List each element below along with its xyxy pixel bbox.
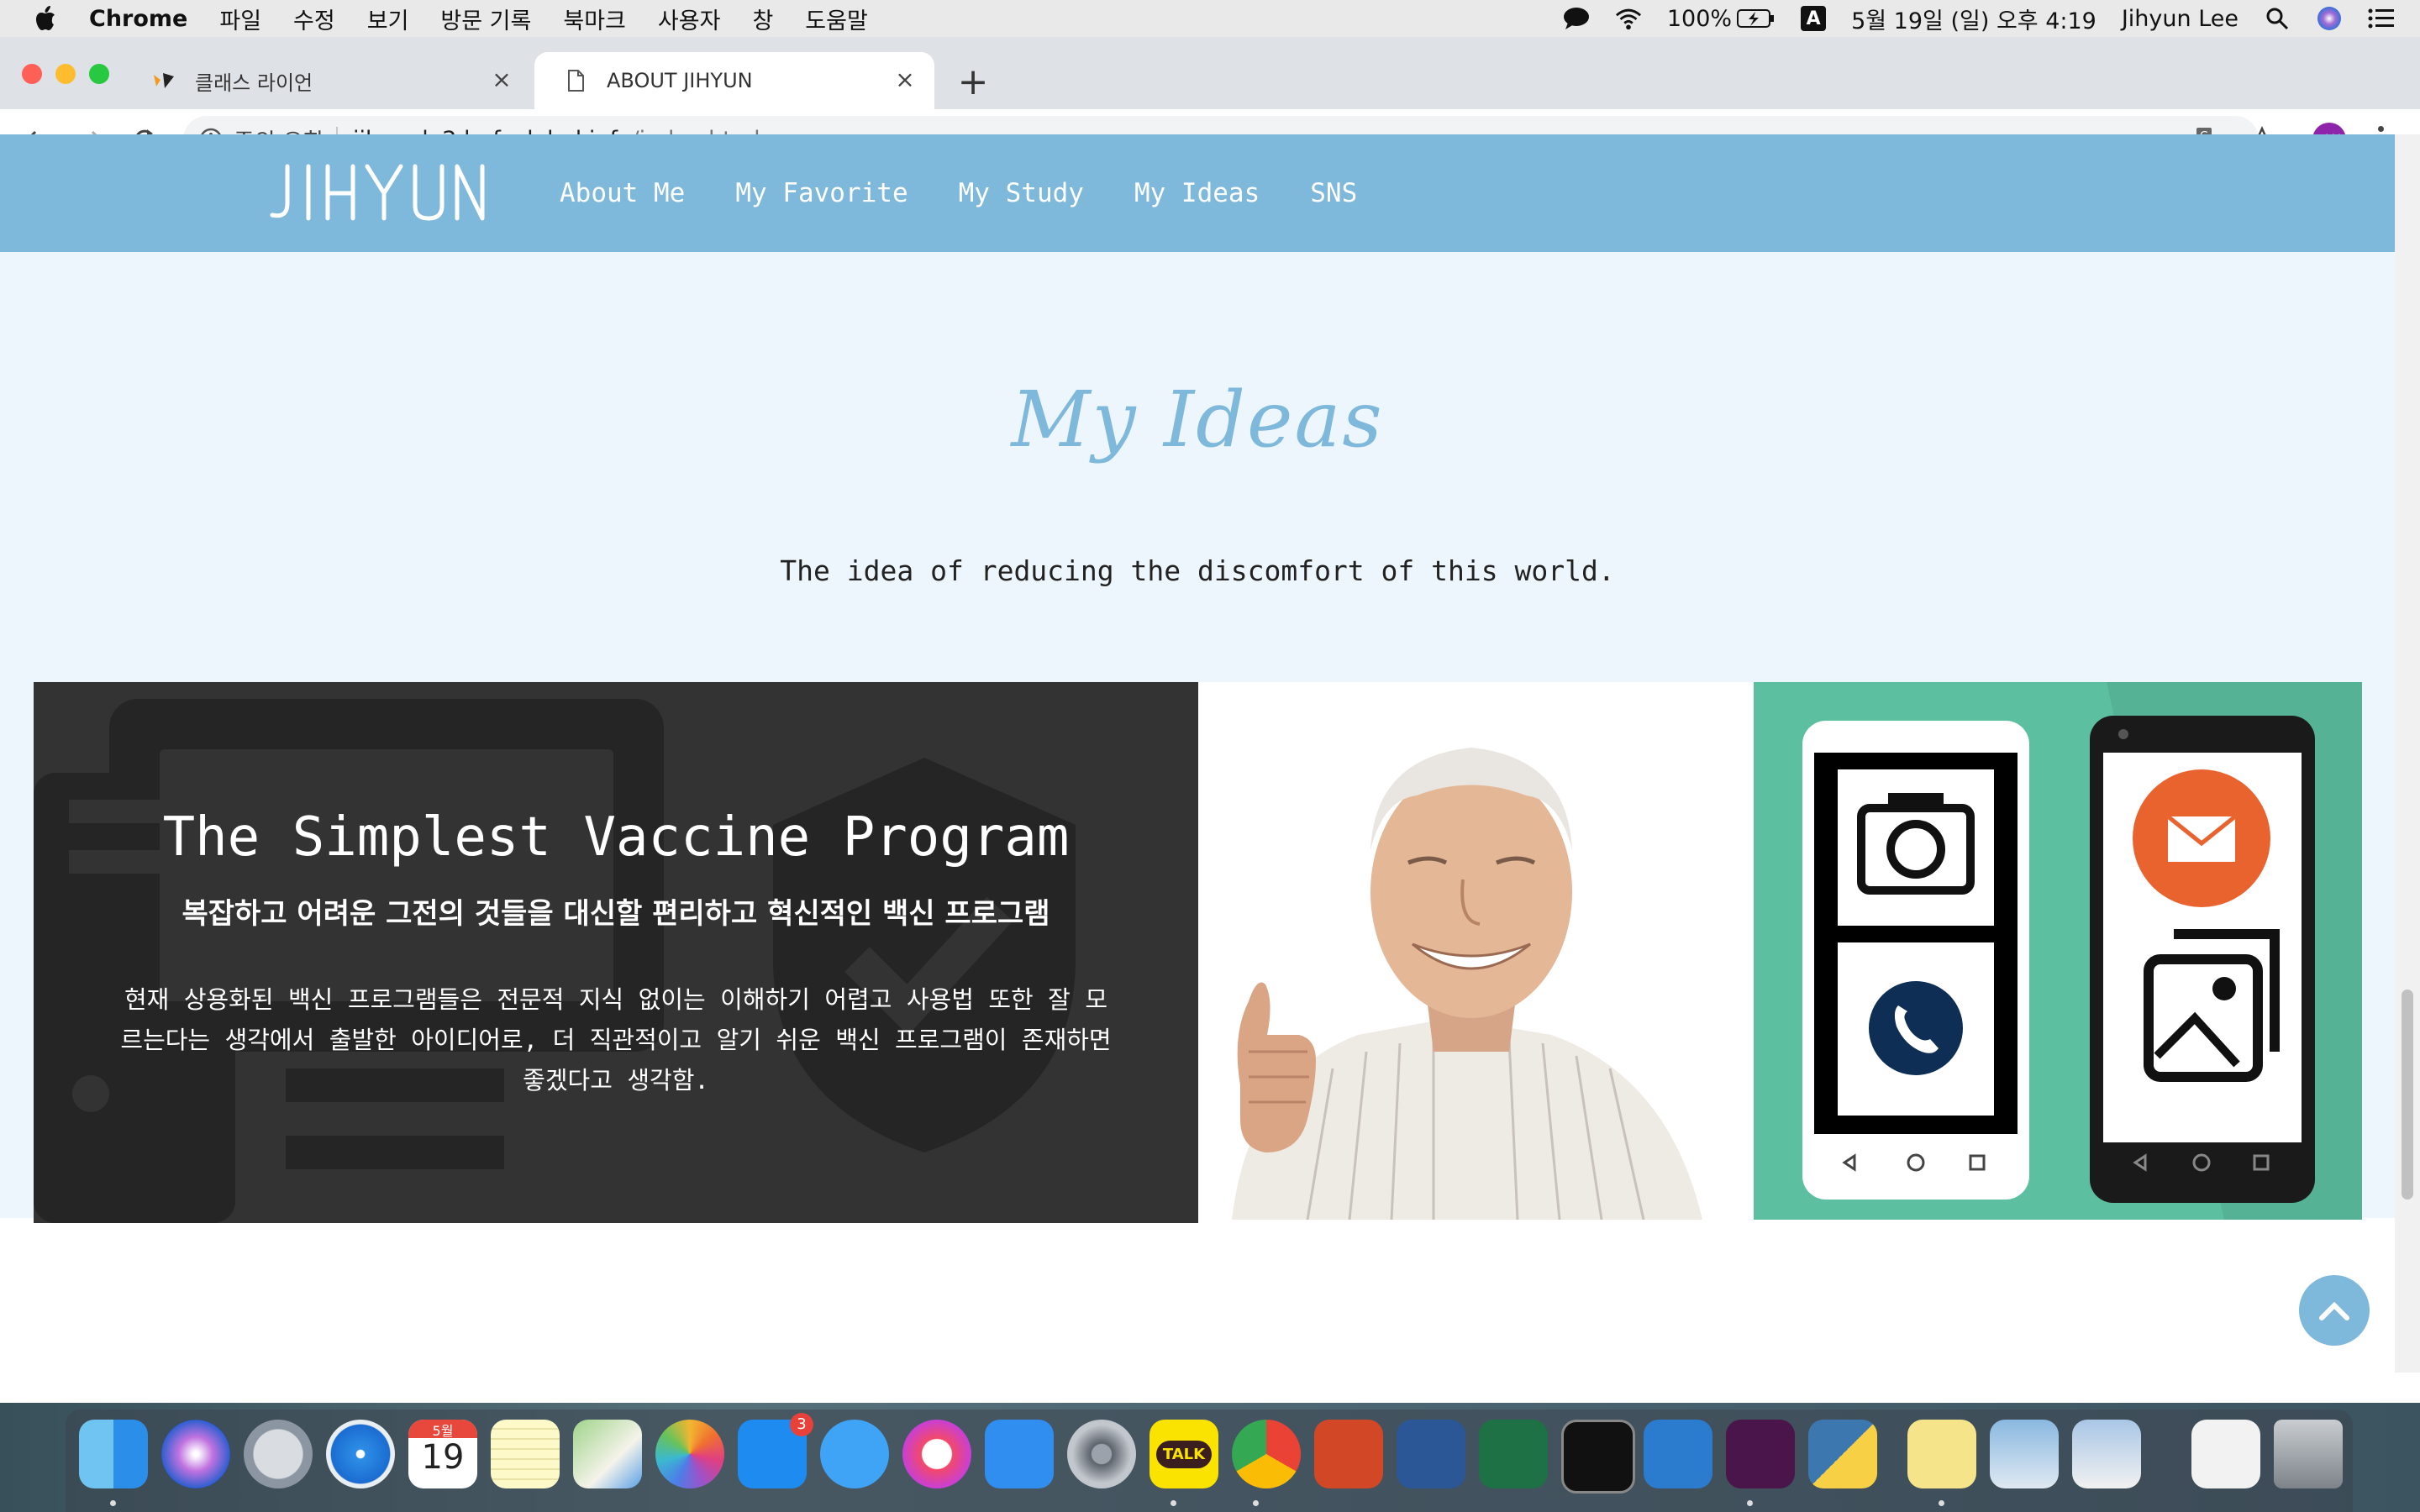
scroll-to-top-button[interactable] [2299,1275,2370,1346]
battery-icon[interactable] [1737,8,1776,29]
menu-bookmarks[interactable]: 북마크 [563,3,626,35]
page-lower-area [0,1226,2395,1373]
battery-percent: 100% [1666,5,1733,32]
app-store-icon[interactable]: 3 [738,1413,813,1488]
section-subtitle: The idea of reducing the discomfort of t… [780,554,1615,587]
calendar-icon[interactable]: 5월 19 [408,1420,477,1488]
safari-icon[interactable] [326,1420,395,1488]
word-icon[interactable] [1397,1420,1465,1488]
idea-card-description: 현재 상용화된 백신 프로그램들은 전문적 지식 없이는 이해하기 어렵고 사용… [120,985,1112,1095]
tab-title: 클래스 라이언 [195,71,313,95]
mac-menu-bar: Chrome 파일 수정 보기 방문 기록 북마크 사용자 창 도움말 100%… [0,0,2420,37]
kakaotalk-icon[interactable]: TALK [1150,1420,1218,1488]
nav-my-favorite[interactable]: My Favorite [735,178,908,208]
nav-about-me[interactable]: About Me [560,178,685,208]
calendar-day: 19 [421,1438,465,1477]
stickies-icon[interactable] [1907,1420,1976,1488]
python-launcher-icon[interactable] [1808,1420,1877,1488]
siri-icon[interactable] [2316,5,2343,32]
computer-shield-background-icon [34,699,1076,1223]
tab-close-icon[interactable]: × [491,68,513,92]
calendar-month: 5월 [408,1420,477,1439]
chevron-up-icon [2319,1301,2349,1320]
tab-about-jihyun[interactable]: ABOUT JIHYUN × [534,52,934,109]
site-nav-links: About Me My Favorite My Study My Ideas S… [560,134,1407,252]
input-source-icon[interactable]: A [1801,6,1827,31]
stickies-running-indicator [1939,1500,1944,1506]
menu-history[interactable]: 방문 기록 [440,3,531,35]
menu-app-name[interactable]: Chrome [89,6,187,32]
class-lion-favicon [153,70,175,92]
app-store-badge: 3 [790,1413,813,1436]
system-preferences-icon[interactable] [1067,1420,1136,1488]
tab-class-lion[interactable]: 클래스 라이언 × [123,52,531,109]
site-logo[interactable] [262,160,493,227]
window-close-button[interactable] [22,64,42,84]
new-tab-button[interactable]: + [956,64,990,101]
maps-icon[interactable] [573,1420,642,1488]
tab-title: ABOUT JIHYUN [607,69,753,92]
menu-window[interactable]: 창 [752,3,773,35]
slack-icon[interactable] [1726,1420,1795,1488]
kakaotalk-label: TALK [1155,1440,1213,1468]
menu-datetime[interactable]: 5월 19일 (일) 오후 4:19 [1851,3,2096,35]
vscode-icon[interactable] [1644,1420,1712,1488]
page-icon [565,70,587,92]
terminal-icon[interactable] [1561,1420,1635,1494]
powerpoint-icon[interactable] [1314,1420,1383,1488]
excel-icon[interactable] [1479,1420,1548,1488]
nav-my-study[interactable]: My Study [959,178,1084,208]
slack-running-indicator [1747,1500,1753,1506]
page-viewport: About Me My Favorite My Study My Ideas S… [0,134,2420,1373]
tab-close-icon[interactable]: × [894,68,916,92]
idea-card-text-panel: The Simplest Vaccine Program 복잡하고 어려운 그전… [34,682,1198,1223]
nav-sns[interactable]: SNS [1310,178,1357,208]
itunes-icon[interactable] [902,1420,971,1488]
site-navbar: About Me My Favorite My Study My Ideas S… [0,134,2395,252]
menu-file[interactable]: 파일 [219,3,261,35]
my-ideas-section: My Ideas The idea of reducing the discom… [0,252,2395,1223]
idea-card-subtitle: 복잡하고 어려운 그전의 것들을 대신할 편리하고 혁신적인 백신 프로그램 [182,897,1050,931]
trash-icon[interactable] [2274,1420,2343,1488]
window-zoom-button[interactable] [89,64,109,84]
phones-app-illustration [1754,682,2362,1220]
chrome-window: 클래스 라이언 × ABOUT JIHYUN × + 주의 요함 jihyunl… [0,37,2420,1410]
menu-view[interactable]: 보기 [367,3,409,35]
nav-my-ideas[interactable]: My Ideas [1134,178,1260,208]
xcode-icon[interactable] [985,1420,1054,1488]
section-title: My Ideas [1011,375,1384,465]
mail-icon[interactable] [2072,1420,2141,1488]
finder-icon[interactable] [79,1420,148,1488]
pdf-document-icon[interactable] [2191,1420,2260,1488]
menu-user[interactable]: Jihyun Lee [2122,6,2238,32]
launchpad-icon[interactable] [244,1420,313,1488]
apple-icon[interactable] [32,4,57,33]
chrome-dock-icon[interactable] [1232,1420,1301,1488]
wifi-icon[interactable] [1615,5,1642,32]
elderly-man-thumbs-up-photo [1198,682,1754,1220]
chrome-running-indicator [1253,1500,1259,1506]
idea-card-title: The Simplest Vaccine Program [162,806,1070,869]
page-scrollbar-thumb[interactable] [2402,990,2413,1200]
messages-status-icon[interactable] [1563,5,1590,32]
notes-icon[interactable] [491,1420,560,1488]
photos-icon[interactable] [655,1420,724,1488]
menu-edit[interactable]: 수정 [293,3,335,35]
messages-dock-icon[interactable] [820,1420,889,1488]
kakaotalk-running-indicator [1171,1500,1176,1506]
menu-help[interactable]: 도움말 [805,3,868,35]
menu-people[interactable]: 사용자 [658,3,721,35]
tab-strip: 클래스 라이언 × ABOUT JIHYUN × + [0,37,2420,109]
preview-icon[interactable] [1990,1420,2059,1488]
window-minimize-button[interactable] [55,64,76,84]
spotlight-search-icon[interactable] [2264,5,2291,32]
notification-center-icon[interactable] [2368,5,2395,32]
finder-running-indicator [110,1500,116,1506]
siri-dock-icon[interactable] [161,1420,230,1488]
